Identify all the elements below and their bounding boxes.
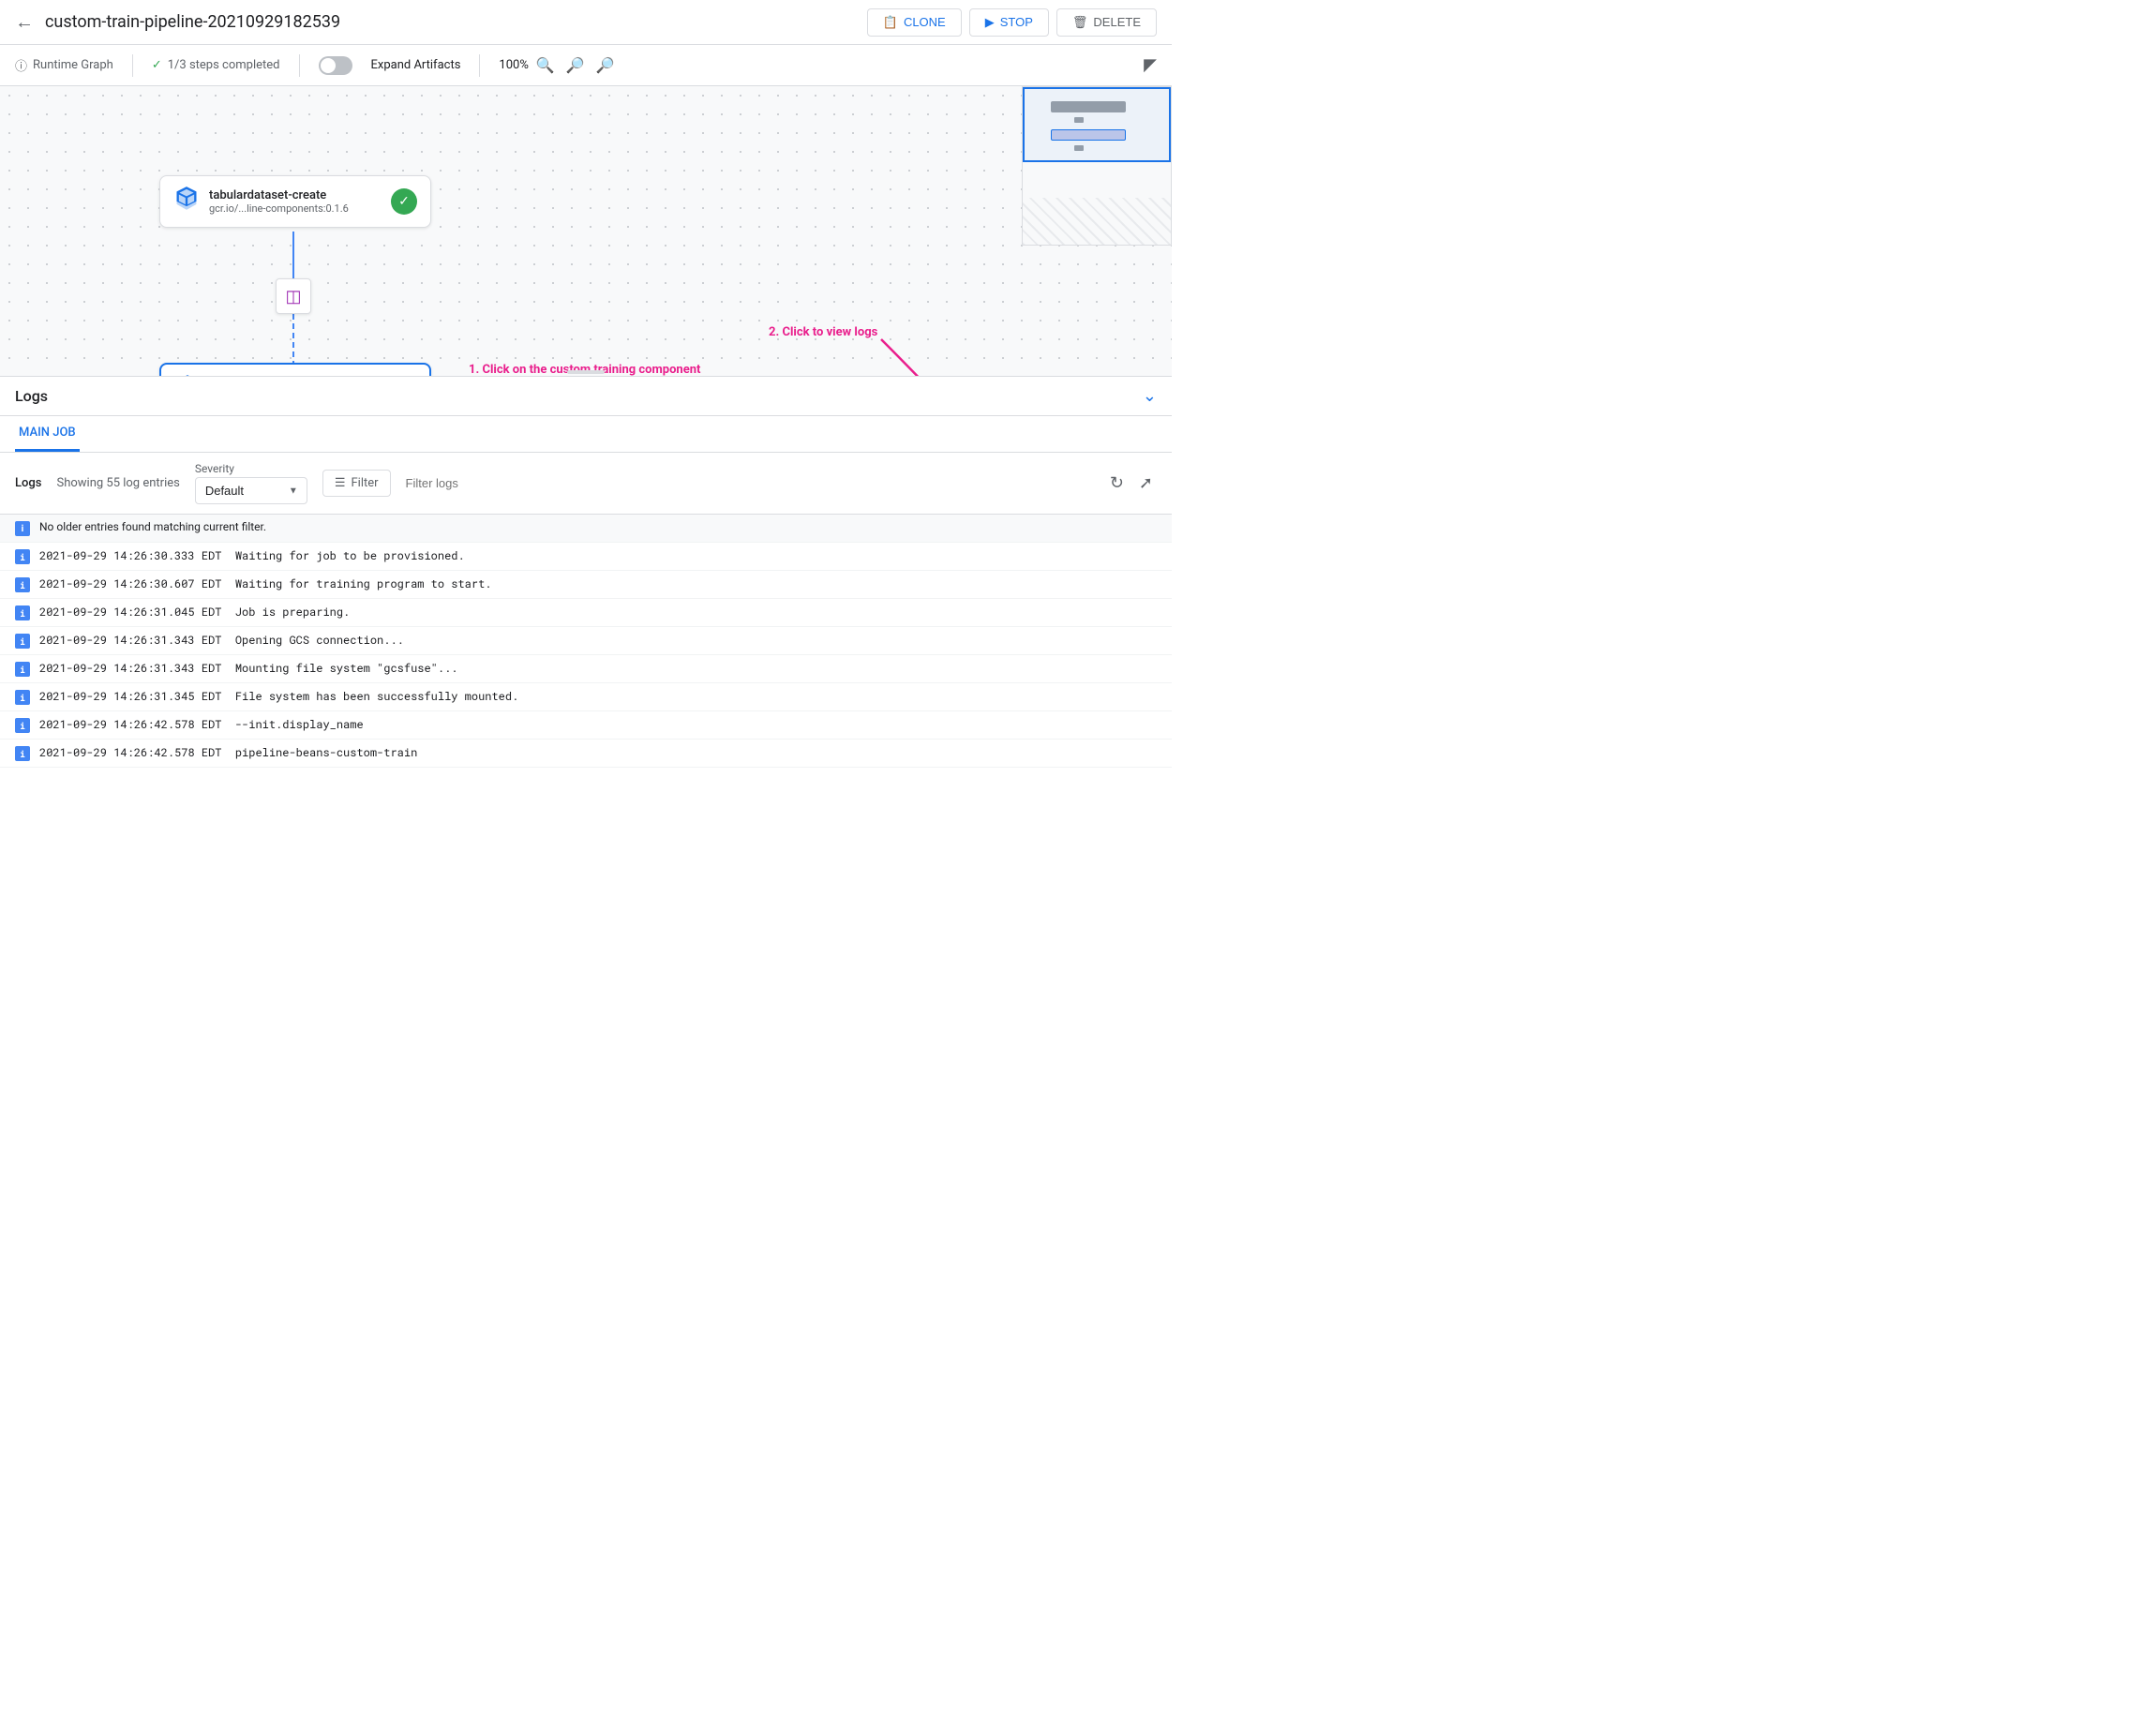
log-entry-text-6: 2021-09-29 14:26:42.578 EDT --init.displ… xyxy=(39,717,364,732)
zoom-controls: 100% 🔍 🔎 🔎 xyxy=(499,54,618,77)
log-entry-3: i 2021-09-29 14:26:31.343 EDT Opening GCS… xyxy=(0,627,1172,655)
logs-expand-button[interactable]: ⌄ xyxy=(1143,386,1157,406)
drag-handle-bar xyxy=(567,370,605,374)
severity-wrapper: Default xyxy=(195,477,307,504)
filter-label: Filter xyxy=(351,476,378,490)
logs-count-text: Showing 55 log entries xyxy=(56,476,179,490)
info-icon: ⓘ xyxy=(15,56,27,74)
log-entry-icon-5: i xyxy=(15,690,30,705)
log-entry-icon-1: i xyxy=(15,577,30,592)
tab-main-job[interactable]: MAIN JOB xyxy=(15,416,80,452)
node1-info: tabulardataset-create gcr.io/...line-com… xyxy=(209,188,349,215)
log-no-results: i No older entries found matching curren… xyxy=(0,515,1172,543)
zoom-in-button[interactable]: 🔍 xyxy=(532,54,559,77)
filter-input[interactable] xyxy=(406,476,571,490)
log-entry-text-0: 2021-09-29 14:26:30.333 EDT Waiting for … xyxy=(39,548,465,563)
toolbar-divider-2 xyxy=(299,54,300,77)
toolbar-divider-3 xyxy=(479,54,480,77)
minimap-content xyxy=(1023,87,1171,245)
node-tabulardataset-create[interactable]: tabulardataset-create gcr.io/...line-com… xyxy=(159,175,431,228)
log-entry-6: i 2021-09-29 14:26:42.578 EDT --init.disp… xyxy=(0,711,1172,740)
zoom-level: 100% xyxy=(499,58,528,72)
delete-icon: 🗑 xyxy=(1072,15,1088,30)
expand-artifacts-toggle[interactable] xyxy=(319,56,352,75)
filter-button[interactable]: ☰ Filter xyxy=(322,470,391,497)
toolbar-divider-1 xyxy=(132,54,133,77)
zoom-out-button[interactable]: 🔎 xyxy=(562,54,589,77)
log-entry-text-3: 2021-09-29 14:26:31.343 EDT Opening GCS … xyxy=(39,633,404,648)
node1-icon xyxy=(173,186,200,217)
log-entry-0: i 2021-09-29 14:26:30.333 EDT Waiting for… xyxy=(0,543,1172,571)
status-success-icon: ✓ xyxy=(391,188,417,215)
node1-subtitle: gcr.io/...line-components:0.1.6 xyxy=(209,202,349,215)
log-entry-text-2: 2021-09-29 14:26:31.045 EDT Job is prepa… xyxy=(39,605,350,620)
clone-icon: 📋 xyxy=(883,15,898,30)
log-info-icon: i xyxy=(15,521,30,536)
log-entry-text-5: 2021-09-29 14:26:31.345 EDT File system … xyxy=(39,689,518,704)
log-entry-icon-6: i xyxy=(15,718,30,733)
logs-section: Logs ⌄ MAIN JOB Logs Showing 55 log entr… xyxy=(0,377,1172,1719)
annotation-2: 2. Click to view logs xyxy=(769,325,877,339)
intermediate-node[interactable]: ◫ xyxy=(276,278,311,314)
zoom-reset-button[interactable]: 🔎 xyxy=(592,54,619,77)
logs-body[interactable]: i No older entries found matching curren… xyxy=(0,515,1172,1719)
stop-icon: ▶ xyxy=(985,15,995,30)
toolbar: ⓘ Runtime Graph ✓ 1/3 steps completed Ex… xyxy=(0,45,1172,86)
log-entries-container: i 2021-09-29 14:26:30.333 EDT Waiting for… xyxy=(0,543,1172,768)
minimap-stripe xyxy=(1023,198,1171,245)
steps-indicator: ✓ 1/3 steps completed xyxy=(152,58,280,72)
refresh-button[interactable]: ↻ xyxy=(1106,470,1128,497)
logs-tabs: MAIN JOB xyxy=(0,416,1172,453)
drag-handle[interactable] xyxy=(567,368,605,376)
logs-controls: Logs Showing 55 log entries Severity Def… xyxy=(0,453,1172,515)
expand-view-icon[interactable]: ◤ xyxy=(1144,55,1157,75)
main-area: tabulardataset-create gcr.io/...line-com… xyxy=(0,86,1172,1719)
log-entry-icon-2: i xyxy=(15,605,30,620)
node2-icon xyxy=(174,374,201,377)
expand-artifacts-label: Expand Artifacts xyxy=(371,58,461,72)
logs-title: Logs xyxy=(15,387,48,405)
clone-button[interactable]: 📋 CLONE xyxy=(867,8,962,37)
log-entry-icon-3: i xyxy=(15,634,30,649)
runtime-graph-btn[interactable]: ⓘ Runtime Graph xyxy=(15,56,113,74)
log-entry-text-1: 2021-09-29 14:26:30.607 EDT Waiting for … xyxy=(39,576,491,591)
stop-button[interactable]: ▶ STOP xyxy=(969,8,1049,37)
node1-status: ✓ xyxy=(391,188,417,215)
pipeline-canvas[interactable]: tabulardataset-create gcr.io/...line-com… xyxy=(0,86,1172,377)
log-entry-text-4: 2021-09-29 14:26:31.343 EDT Mounting fil… xyxy=(39,661,457,676)
delete-button[interactable]: 🗑 DELETE xyxy=(1056,8,1157,37)
logs-count-label: Logs xyxy=(15,476,41,490)
minimap-viewport xyxy=(1023,87,1171,162)
log-entry-icon-0: i xyxy=(15,549,30,564)
page-title: custom-train-pipeline-20210929182539 xyxy=(45,12,867,32)
log-entry-5: i 2021-09-29 14:26:31.345 EDT File system… xyxy=(0,683,1172,711)
back-button[interactable]: ← xyxy=(15,10,34,34)
header: ← custom-train-pipeline-20210929182539 📋… xyxy=(0,0,1172,45)
severity-label: Severity xyxy=(195,462,307,475)
logs-header: Logs ⌄ xyxy=(0,377,1172,416)
log-entry-7: i 2021-09-29 14:26:42.578 EDT pipeline-be… xyxy=(0,740,1172,768)
toggle-slider xyxy=(319,56,352,75)
node-customcontainertraining[interactable]: customcontainertrainingj... gcr.io/...li… xyxy=(159,363,431,377)
logs-actions: ↻ ➚ xyxy=(1106,470,1157,497)
node1-title: tabulardataset-create xyxy=(209,188,349,202)
arrow-2 xyxy=(881,339,1172,377)
header-actions: 📋 CLONE ▶ STOP 🗑 DELETE xyxy=(867,8,1157,37)
grid-icon: ◫ xyxy=(285,287,301,306)
filter-icon: ☰ xyxy=(335,476,346,490)
log-no-results-text: No older entries found matching current … xyxy=(39,520,266,533)
severity-group: Severity Default xyxy=(195,462,307,504)
log-entry-icon-7: i xyxy=(15,746,30,761)
log-entry-text-7: 2021-09-29 14:26:42.578 EDT pipeline-bea… xyxy=(39,745,417,760)
external-link-button[interactable]: ➚ xyxy=(1135,470,1157,497)
severity-select[interactable]: Default xyxy=(195,477,307,504)
minimap xyxy=(1022,86,1172,246)
log-entry-icon-4: i xyxy=(15,662,30,677)
pipeline-connections xyxy=(0,86,1172,376)
log-entry-1: i 2021-09-29 14:26:30.607 EDT Waiting for… xyxy=(0,571,1172,599)
log-entry-2: i 2021-09-29 14:26:31.045 EDT Job is prep… xyxy=(0,599,1172,627)
steps-icon: ✓ xyxy=(152,58,162,72)
log-entry-4: i 2021-09-29 14:26:31.343 EDT Mounting fi… xyxy=(0,655,1172,683)
